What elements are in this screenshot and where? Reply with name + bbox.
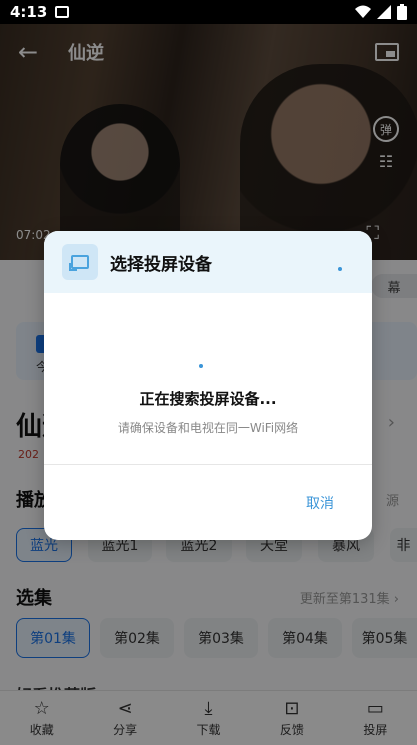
status-icons — [355, 4, 407, 20]
gallery-icon — [55, 6, 70, 18]
cancel-button[interactable]: 取消 — [306, 493, 334, 513]
signal-icon — [377, 5, 391, 19]
status-time: 4:13 — [10, 3, 48, 21]
wifi-hint-text: 请确保设备和电视在同一WiFi网络 — [117, 421, 299, 435]
searching-text: 正在搜索投屏设备... — [139, 390, 277, 408]
cast-icon — [69, 255, 89, 271]
dialog-header: 选择投屏设备 — [44, 231, 372, 293]
loading-spinner-icon — [199, 364, 203, 368]
divider — [44, 464, 372, 465]
loading-spinner-icon — [338, 267, 342, 271]
wifi-icon — [355, 5, 371, 18]
cast-badge — [62, 244, 98, 280]
battery-icon — [397, 4, 407, 20]
status-bar: 4:13 — [0, 0, 417, 24]
cast-device-dialog: 选择投屏设备 正在搜索投屏设备... 请确保设备和电视在同一WiFi网络 取消 — [44, 231, 372, 540]
dialog-title: 选择投屏设备 — [110, 254, 212, 275]
